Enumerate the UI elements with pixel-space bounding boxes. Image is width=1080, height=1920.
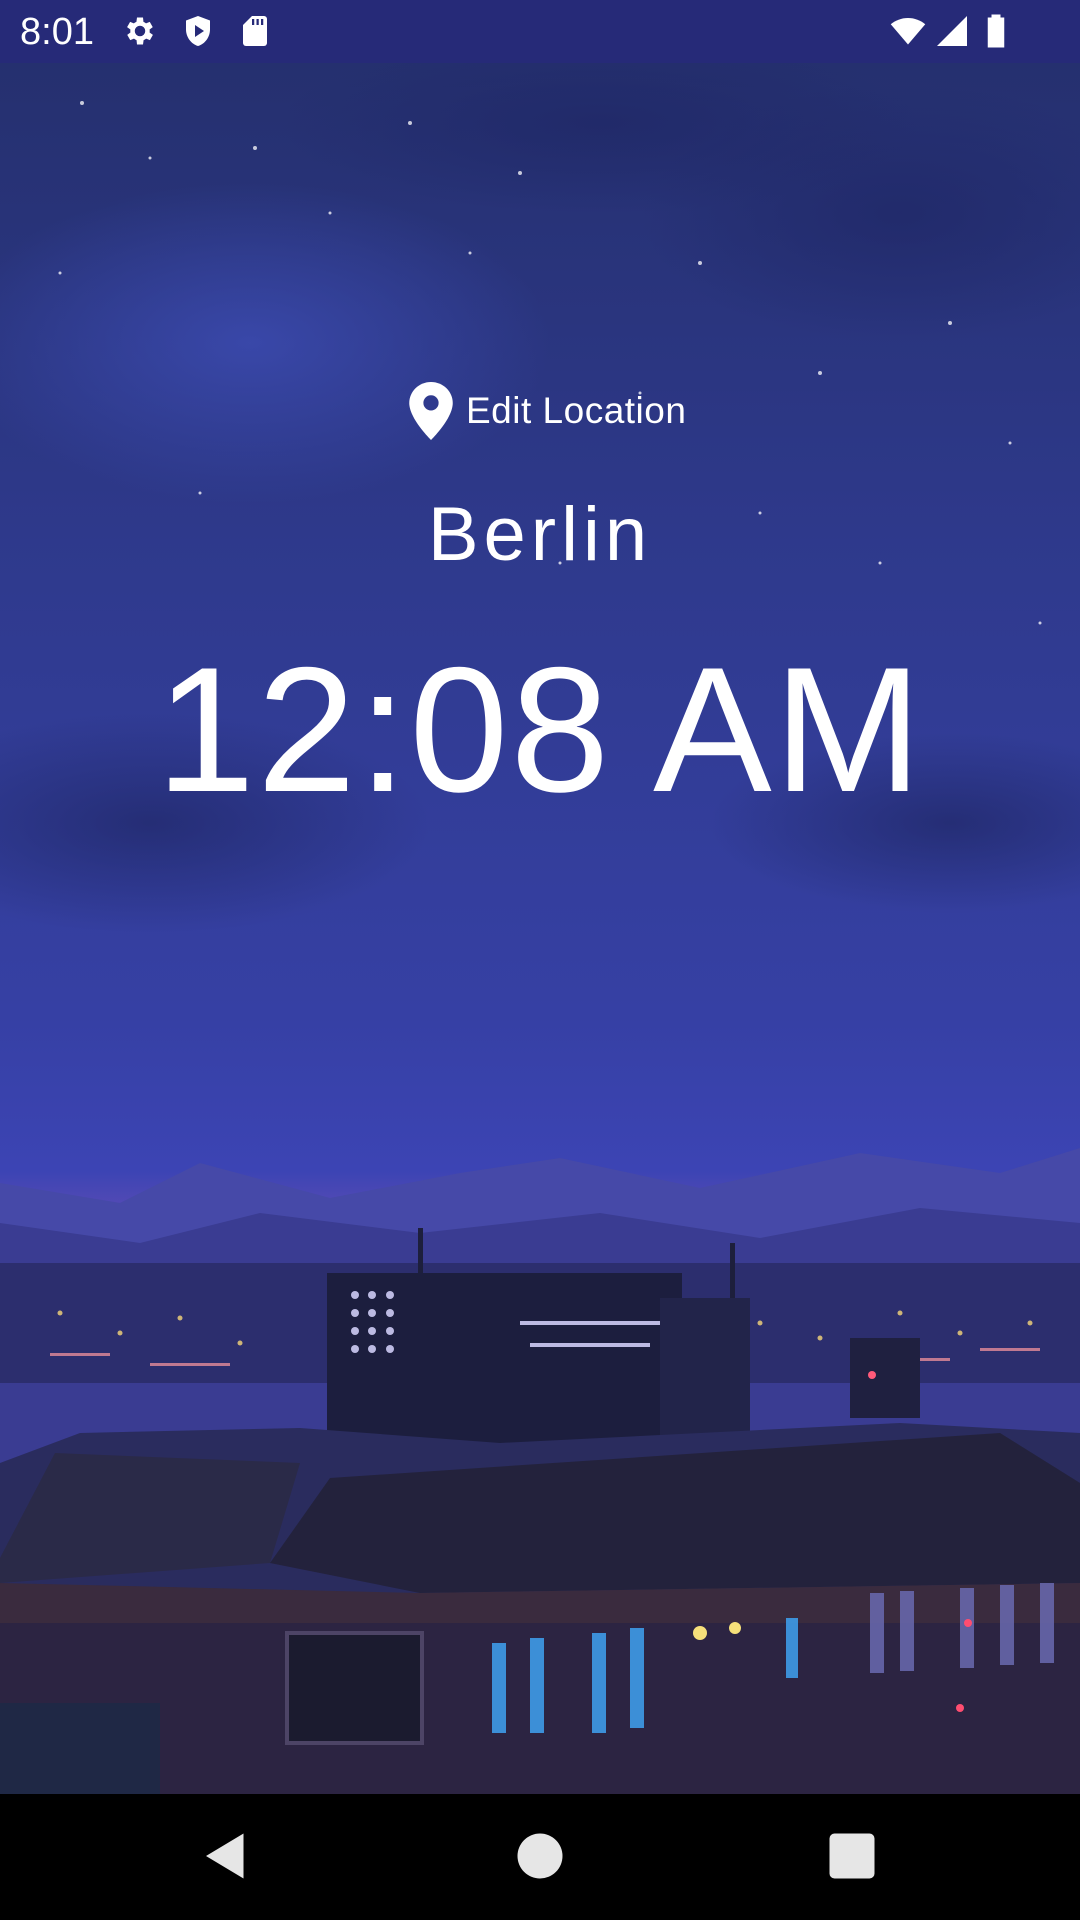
cellular-signal-icon [934, 13, 970, 49]
location-pin-icon [408, 382, 454, 440]
recents-icon[interactable] [822, 1826, 882, 1886]
sd-card-icon [237, 13, 273, 49]
back-icon[interactable] [196, 1826, 256, 1886]
clock-time: 12:08 AM [155, 630, 925, 829]
clock-content: Edit Location Berlin 12:08 AM [0, 63, 1080, 1794]
home-icon[interactable] [510, 1826, 570, 1886]
settings-gear-icon [122, 13, 158, 49]
city-name: Berlin [427, 492, 653, 577]
screen: 8:01 Edit Location Berlin 12:08 AM [0, 0, 1080, 1920]
wifi-icon [888, 13, 928, 49]
edit-location-label: Edit Location [466, 390, 687, 431]
battery-icon [981, 13, 1011, 49]
play-protect-shield-icon [180, 13, 216, 49]
navigation-bar [0, 1794, 1080, 1920]
status-bar: 8:01 [0, 0, 1080, 63]
status-time: 8:01 [20, 11, 94, 53]
edit-location-button[interactable]: Edit Location [408, 381, 686, 441]
